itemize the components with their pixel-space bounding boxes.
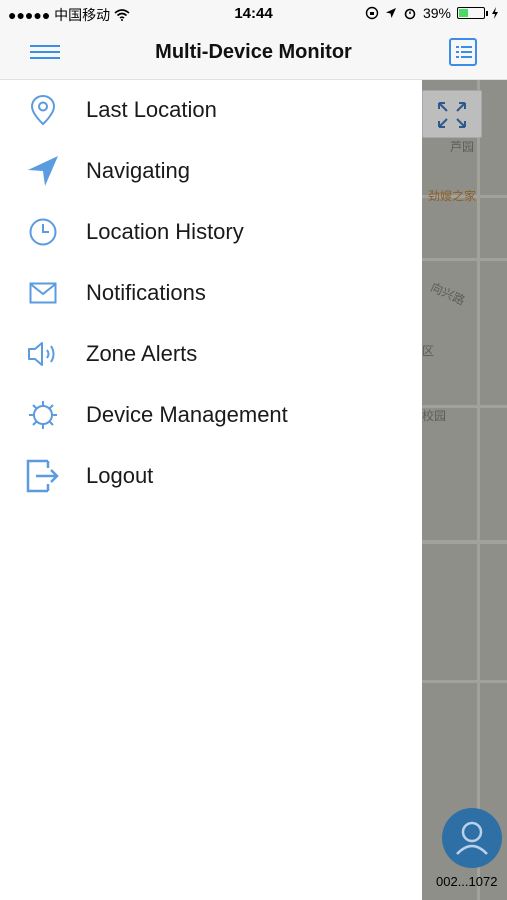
drawer-item-label: Last Location [86, 97, 217, 122]
drawer-item-navigating[interactable]: Navigating [0, 143, 422, 199]
person-icon [456, 821, 488, 855]
clock-icon [26, 215, 60, 249]
location-pin-icon [26, 93, 60, 127]
device-label: 002...1072 [436, 874, 498, 889]
page-title: Multi-Device Monitor [155, 41, 352, 63]
envelope-icon [26, 276, 60, 310]
map-view[interactable]: 芦园 劲嫂之家 向兴路 区 校园 [422, 80, 507, 900]
map-road [477, 80, 480, 900]
location-arrow-icon [385, 8, 396, 18]
map-label: 区 [422, 344, 435, 358]
status-bar: ●●●●● 中国移动 14:44 39% [0, 0, 507, 28]
map-road [422, 540, 507, 544]
map-road [422, 680, 507, 683]
drawer-item-label: Device Management [86, 402, 288, 427]
list-button[interactable] [449, 38, 477, 66]
battery-icon [457, 7, 488, 19]
drawer-item-label: Zone Alerts [86, 341, 198, 366]
nav-bar: Multi-Device Monitor [0, 28, 507, 80]
speaker-icon [26, 337, 60, 371]
charging-icon [492, 7, 498, 19]
alarm-icon [404, 8, 416, 20]
drawer-item-location-history[interactable]: Location History [0, 204, 422, 260]
battery-percent: 39% [422, 5, 451, 21]
map-label: 校园 [422, 409, 447, 423]
drawer-item-zone-alerts[interactable]: Zone Alerts [0, 326, 422, 382]
navigation-arrow-icon [26, 154, 60, 188]
device-avatar[interactable] [442, 808, 502, 868]
gear-icon [26, 398, 60, 432]
side-drawer: Last Location Navigating Location Histor… [0, 80, 422, 900]
map-label: 向兴路 [428, 279, 468, 308]
logout-icon [26, 459, 60, 493]
orientation-lock-icon [365, 6, 379, 20]
map-label: 芦园 [450, 140, 475, 154]
drawer-item-label: Location History [86, 219, 244, 244]
drawer-item-label: Notifications [86, 280, 206, 305]
expand-map-button[interactable] [422, 90, 482, 138]
drawer-item-label: Logout [86, 463, 154, 488]
drawer-item-last-location[interactable]: Last Location [0, 82, 422, 138]
map-road [422, 258, 507, 261]
expand-icon [438, 102, 466, 128]
drawer-item-label: Navigating [86, 158, 190, 183]
drawer-item-device-management[interactable]: Device Management [0, 387, 422, 443]
map-label: 劲嫂之家 [428, 189, 477, 203]
status-right: 39% [365, 5, 499, 21]
drawer-item-notifications[interactable]: Notifications [0, 265, 422, 321]
drawer-item-logout[interactable]: Logout [0, 448, 422, 504]
